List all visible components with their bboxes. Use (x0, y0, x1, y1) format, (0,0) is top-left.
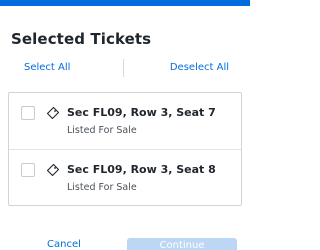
ticket-row[interactable]: Sec FL09, Row 3, Seat 8 Listed For Sale (9, 149, 241, 205)
continue-button[interactable]: Continue (127, 238, 237, 250)
divider (123, 59, 124, 77)
ticket-status: Listed For Sale (67, 182, 137, 193)
page-title: Selected Tickets (11, 30, 152, 48)
cancel-button[interactable]: Cancel (47, 239, 81, 250)
ticket-seat-label: Sec FL09, Row 3, Seat 7 (67, 106, 216, 119)
ticket-checkbox[interactable] (21, 106, 35, 120)
deselect-all-link[interactable]: Deselect All (170, 62, 229, 73)
selected-tickets-screen: Selected Tickets Select All Deselect All… (0, 0, 250, 250)
ticket-list: Sec FL09, Row 3, Seat 7 Listed For Sale … (8, 92, 242, 206)
top-accent-bar (0, 0, 250, 6)
ticket-icon (46, 163, 60, 177)
footer-actions: Cancel Continue (0, 236, 250, 250)
ticket-row[interactable]: Sec FL09, Row 3, Seat 7 Listed For Sale (9, 93, 241, 149)
ticket-icon (46, 106, 60, 120)
select-all-link[interactable]: Select All (24, 62, 70, 73)
selection-actions: Select All Deselect All (0, 56, 250, 80)
ticket-seat-label: Sec FL09, Row 3, Seat 8 (67, 163, 216, 176)
ticket-checkbox[interactable] (21, 163, 35, 177)
ticket-status: Listed For Sale (67, 125, 137, 136)
